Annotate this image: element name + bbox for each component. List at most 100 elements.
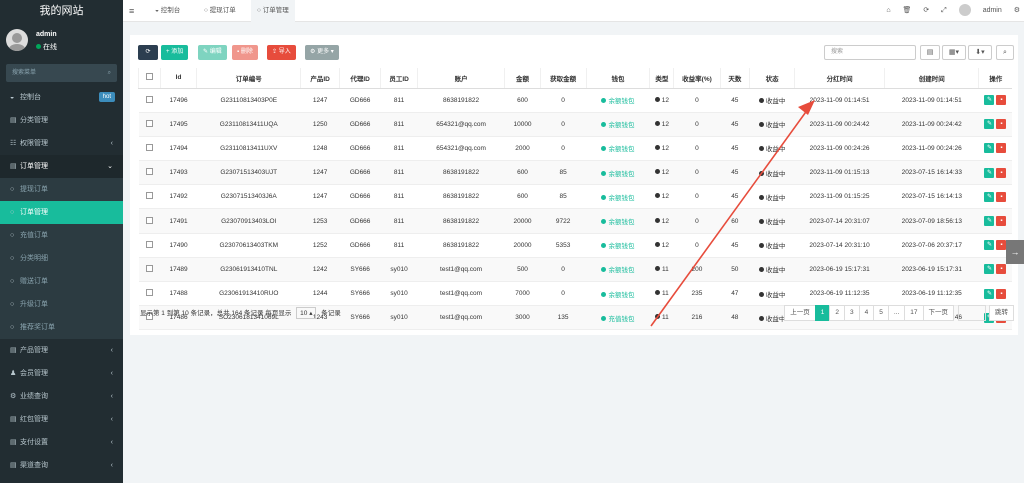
- row-checkbox[interactable]: [145, 240, 153, 248]
- edit-icon[interactable]: ✎: [984, 216, 995, 227]
- sidebar-item[interactable]: ○ 充值订单: [0, 224, 123, 247]
- delete-icon[interactable]: ▪: [996, 191, 1007, 202]
- table-row[interactable]: 17492 G23071513403J6A 1247 GD666 811 86381918…: [138, 184, 1012, 210]
- sidebar-item[interactable]: ▤ 渠道查询 ‹: [0, 454, 123, 477]
- row-checkbox-cell[interactable]: [138, 88, 161, 113]
- jump-button[interactable]: 跳转: [989, 305, 1014, 321]
- page-number-button[interactable]: 4: [858, 305, 875, 321]
- row-checkbox-cell[interactable]: [138, 112, 161, 137]
- row-checkbox-cell[interactable]: [138, 257, 161, 283]
- delete-button[interactable]: ▪ 删除: [232, 45, 258, 60]
- tab-withdraw-orders[interactable]: ○ 提现订单: [198, 0, 242, 22]
- page-jump-input[interactable]: [958, 305, 986, 321]
- table-search-input[interactable]: 搜索: [824, 45, 916, 60]
- delete-icon[interactable]: ▪: [996, 216, 1007, 227]
- refresh-button[interactable]: ⟳: [138, 45, 158, 60]
- row-checkbox-cell[interactable]: [138, 233, 161, 258]
- row-checkbox[interactable]: [145, 168, 153, 176]
- row-checkbox[interactable]: [145, 192, 153, 200]
- sidebar-item[interactable]: ◒ 控制台 hot: [0, 86, 123, 109]
- search-icon[interactable]: ⌕: [996, 45, 1014, 60]
- gears-icon[interactable]: ⚙: [1014, 7, 1020, 14]
- row-checkbox[interactable]: [145, 264, 153, 272]
- column-header[interactable]: 创建时间: [884, 68, 979, 89]
- page-number-button[interactable]: 2: [829, 305, 845, 321]
- column-header[interactable]: 账户: [416, 68, 505, 89]
- sidebar-item[interactable]: ▤ 订单管理 ⌄: [0, 155, 123, 178]
- delete-icon[interactable]: ▪: [996, 264, 1007, 275]
- column-header[interactable]: 操作: [978, 68, 1012, 89]
- table-row[interactable]: 17491 G23070913403LOI 1253 GD666 811 86381918…: [138, 208, 1012, 234]
- edit-button[interactable]: ✎ 编辑: [198, 45, 227, 60]
- sidebar-item[interactable]: ☷ 权限管理 ‹: [0, 132, 123, 155]
- import-button[interactable]: ⇪ 导入: [267, 45, 296, 60]
- top-user-name[interactable]: admin: [983, 7, 1002, 14]
- delete-icon[interactable]: ▪: [996, 119, 1007, 130]
- side-arrow-icon[interactable]: →: [1006, 240, 1024, 264]
- edit-icon[interactable]: ✎: [984, 119, 995, 130]
- column-header[interactable]: 订单编号: [196, 68, 301, 89]
- edit-icon[interactable]: ✎: [984, 191, 995, 202]
- sidebar-item[interactable]: ▤ 分类管理: [0, 109, 123, 132]
- sidebar-item[interactable]: ♟ 会员管理 ‹: [0, 362, 123, 385]
- delete-icon[interactable]: ▪: [996, 288, 1007, 299]
- table-row[interactable]: 17489 G23061913410TNL 1242 SY666 sy010 test1@…: [138, 257, 1012, 283]
- sidebar-item[interactable]: ○ 推荐奖订单: [0, 316, 123, 339]
- sidebar-item[interactable]: ▤ 支付设置 ‹: [0, 431, 123, 454]
- row-checkbox[interactable]: [145, 143, 153, 151]
- sidebar-item[interactable]: ○ 分类明细: [0, 247, 123, 270]
- row-checkbox-cell[interactable]: [138, 208, 161, 234]
- edit-icon[interactable]: ✎: [984, 95, 995, 106]
- avatar[interactable]: [958, 4, 971, 17]
- add-button[interactable]: + 添加: [161, 45, 189, 60]
- table-row[interactable]: 17494 G23110813411UXV 1248 GD666 811 654321@q…: [138, 136, 1012, 162]
- row-checkbox[interactable]: [145, 216, 153, 224]
- edit-icon[interactable]: ✎: [984, 143, 995, 154]
- column-header[interactable]: 金额: [504, 68, 541, 89]
- row-checkbox[interactable]: [145, 289, 153, 297]
- select-all-checkbox[interactable]: [138, 68, 161, 89]
- sidebar-item[interactable]: ○ 订单管理: [0, 201, 123, 224]
- edit-icon[interactable]: ✎: [984, 288, 995, 299]
- column-header[interactable]: 收益率(%): [673, 68, 720, 89]
- next-page-button[interactable]: 下一页: [922, 305, 954, 321]
- table-row[interactable]: 17488 G23061913410RUO 1244 SY666 sy010 test1@…: [138, 281, 1012, 307]
- column-header[interactable]: 钱包: [585, 68, 650, 89]
- column-header[interactable]: Id: [159, 68, 197, 89]
- delete-icon[interactable]: ▪: [996, 143, 1007, 154]
- page-number-button[interactable]: 5: [873, 305, 889, 321]
- home-icon[interactable]: ⌂: [886, 7, 890, 14]
- column-header[interactable]: 天数: [719, 68, 750, 89]
- delete-icon[interactable]: ▪: [996, 95, 1007, 106]
- site-brand[interactable]: 我的网站: [0, 0, 123, 22]
- row-checkbox-cell[interactable]: [138, 136, 161, 162]
- sidebar-item[interactable]: ⚙ 业绩查询 ‹: [0, 385, 123, 408]
- refresh-icon[interactable]: ⟳: [923, 7, 929, 14]
- row-checkbox-cell[interactable]: [138, 184, 161, 210]
- delete-icon[interactable]: ▪: [996, 240, 1007, 251]
- page-number-button[interactable]: ...: [887, 305, 906, 321]
- sidebar-item[interactable]: ○ 升级订单: [0, 293, 123, 316]
- page-number-button[interactable]: 17: [904, 305, 924, 321]
- export-icon[interactable]: ⬇▾: [968, 45, 992, 60]
- column-header[interactable]: 类型: [649, 68, 674, 89]
- edit-icon[interactable]: ✎: [984, 167, 995, 178]
- edit-icon[interactable]: ✎: [984, 264, 995, 275]
- columns-icon[interactable]: ▦▾: [942, 45, 966, 60]
- sidebar-item[interactable]: ▤ 红包管理 ‹: [0, 408, 123, 431]
- column-header[interactable]: 产品ID: [300, 68, 340, 89]
- column-header[interactable]: 员工ID: [380, 68, 418, 89]
- row-checkbox-cell[interactable]: [138, 281, 161, 307]
- row-checkbox[interactable]: [145, 95, 153, 103]
- edit-icon[interactable]: ✎: [984, 240, 995, 251]
- checkbox[interactable]: [145, 73, 153, 81]
- column-header[interactable]: 分红时间: [794, 68, 885, 89]
- row-checkbox-cell[interactable]: [138, 160, 161, 186]
- tab-order-management[interactable]: ○ 订单管理: [251, 0, 295, 22]
- page-number-button[interactable]: 1: [814, 305, 831, 321]
- sidebar-item[interactable]: ○ 赠送订单: [0, 270, 123, 293]
- row-checkbox[interactable]: [145, 119, 153, 127]
- column-header[interactable]: 代理ID: [338, 68, 381, 89]
- more-button[interactable]: ⚙ 更多 ▾: [305, 45, 339, 60]
- table-row[interactable]: 17495 G23110813411UQA 1250 GD666 811 654321@q…: [138, 112, 1012, 137]
